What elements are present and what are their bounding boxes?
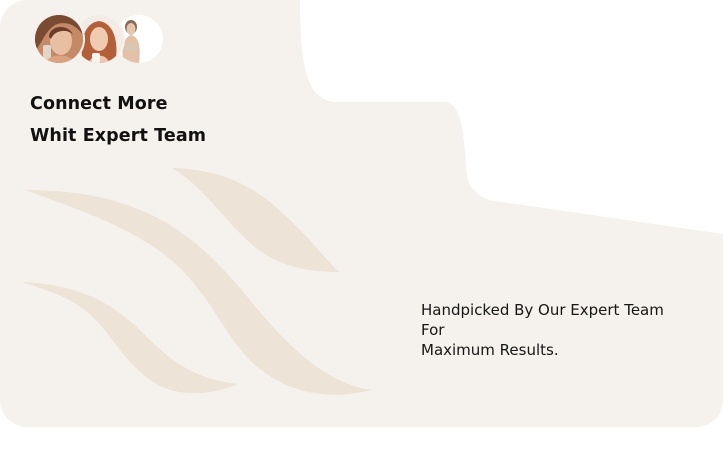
section-description: Handpicked By Our Expert Team For Maximu… [421, 300, 664, 360]
expert-avatars [33, 13, 165, 65]
description-line-2: For [421, 321, 445, 339]
decorative-swooshes [22, 168, 372, 395]
description-line-3: Maximum Results. [421, 341, 559, 359]
team-card: Connect More Whit Expert Team Handpicked… [0, 0, 723, 454]
woman-portrait-icon [35, 15, 83, 63]
description-line-1: Handpicked By Our Expert Team [421, 301, 664, 319]
heading-line-2: Whit Expert Team [30, 126, 207, 146]
heading-line-1: Connect More [30, 94, 168, 114]
avatar [33, 13, 85, 65]
section-heading: Connect More Whit Expert Team [30, 88, 206, 152]
